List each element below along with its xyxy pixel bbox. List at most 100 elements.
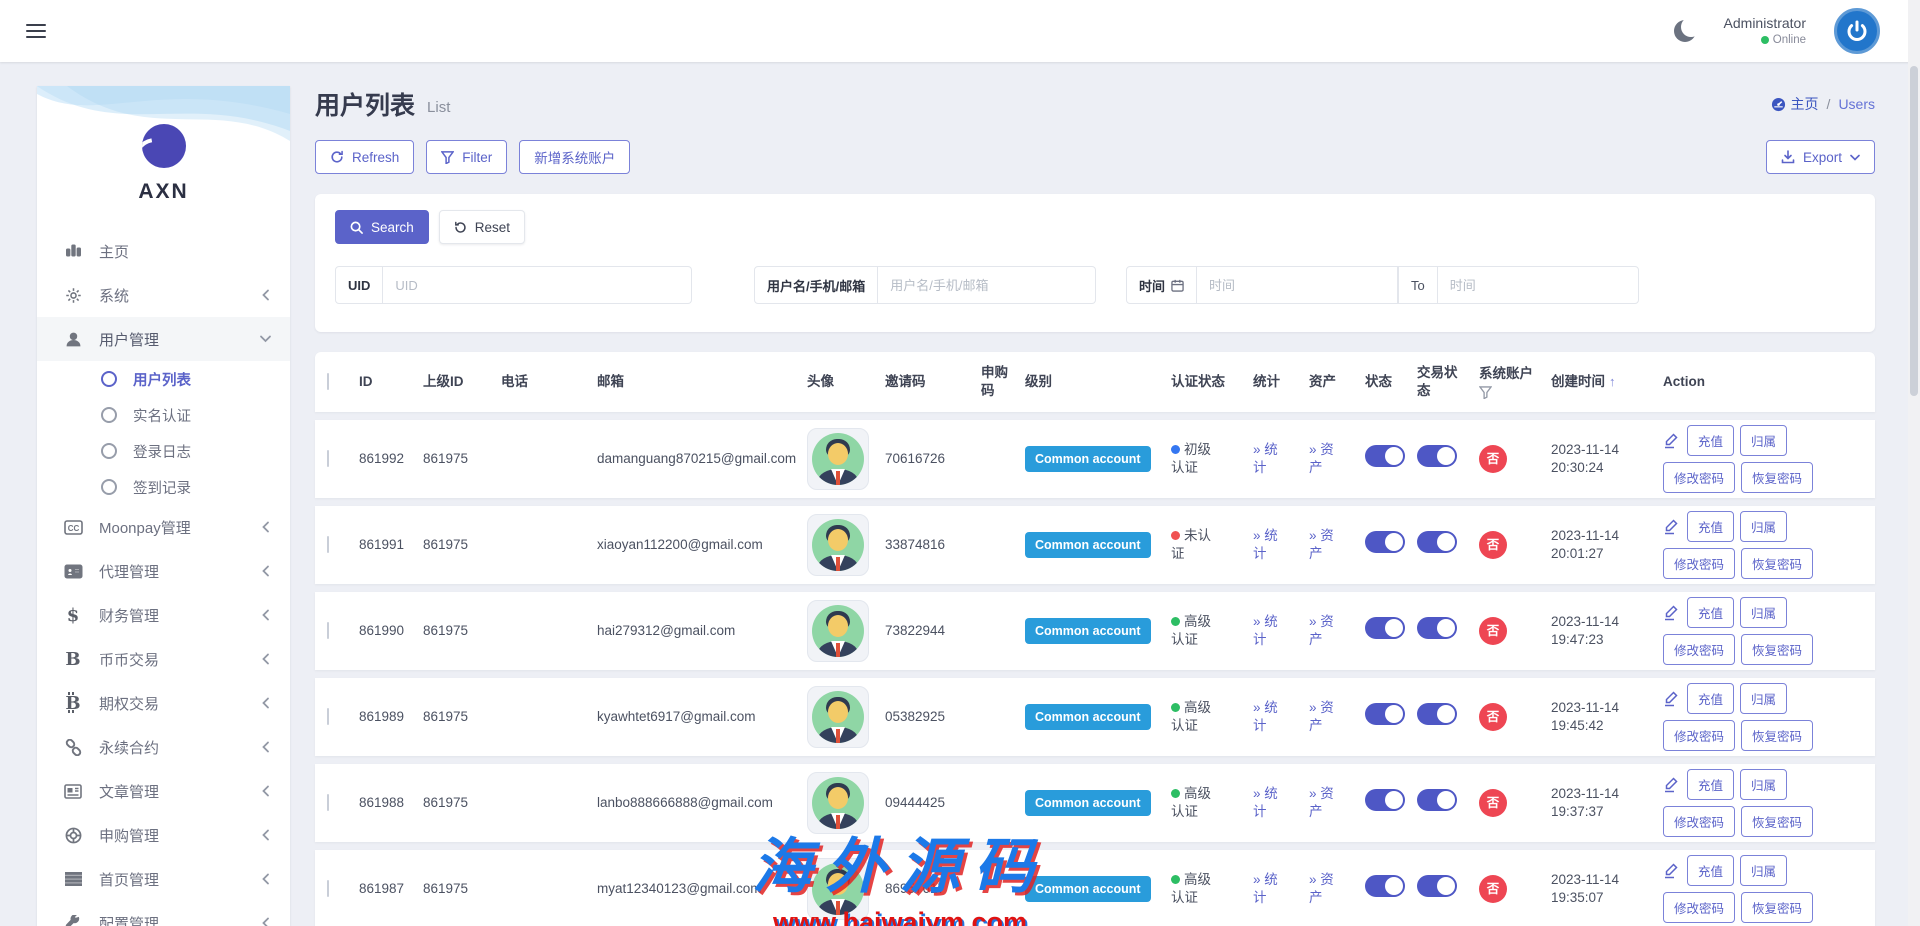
- sidebar-item-spot-trading[interactable]: B 币币交易: [37, 637, 290, 681]
- select-all-checkbox[interactable]: [327, 373, 329, 390]
- sidebar-item-user-management[interactable]: 用户管理: [37, 317, 290, 361]
- filter-button[interactable]: Filter: [426, 140, 507, 174]
- ownership-button[interactable]: 归属: [1740, 425, 1787, 456]
- time-to-input[interactable]: [1437, 266, 1639, 304]
- ownership-button[interactable]: 归属: [1740, 769, 1787, 800]
- sidebar-item-homepage[interactable]: 首页管理: [37, 857, 290, 901]
- sidebar-item-subscription[interactable]: 申购管理: [37, 813, 290, 857]
- vertical-scrollbar[interactable]: [1908, 0, 1920, 926]
- sidebar-item-label: Moonpay管理: [99, 517, 191, 538]
- status-toggle[interactable]: [1365, 445, 1405, 467]
- recharge-button[interactable]: 充值: [1687, 769, 1734, 800]
- change-password-button[interactable]: 修改密码: [1663, 806, 1735, 837]
- recover-password-button[interactable]: 恢复密码: [1741, 462, 1813, 493]
- recover-password-button[interactable]: 恢复密码: [1741, 806, 1813, 837]
- edit-pencil-icon[interactable]: [1663, 432, 1679, 449]
- refresh-button[interactable]: Refresh: [315, 140, 414, 174]
- sidebar-item-options-trading[interactable]: B 期权交易: [37, 681, 290, 725]
- search-button[interactable]: Search: [335, 210, 429, 244]
- sidebar-subitem-user-list[interactable]: 用户列表: [37, 361, 290, 397]
- assets-link[interactable]: » 资产: [1309, 699, 1345, 735]
- export-button[interactable]: Export: [1766, 140, 1875, 174]
- edit-pencil-icon[interactable]: [1663, 518, 1679, 535]
- edit-pencil-icon[interactable]: [1663, 604, 1679, 621]
- sidebar-subitem-login-log[interactable]: 登录日志: [37, 433, 290, 469]
- scrollbar-thumb[interactable]: [1910, 66, 1918, 396]
- sidebar-item-perpetual-contract[interactable]: 永续合约: [37, 725, 290, 769]
- change-password-button[interactable]: 修改密码: [1663, 462, 1735, 493]
- change-password-button[interactable]: 修改密码: [1663, 892, 1735, 923]
- trade-status-toggle[interactable]: [1417, 531, 1457, 553]
- power-avatar-button[interactable]: [1834, 8, 1880, 54]
- recharge-button[interactable]: 充值: [1687, 511, 1734, 542]
- ownership-button[interactable]: 归属: [1740, 511, 1787, 542]
- stats-link[interactable]: » 统计: [1253, 871, 1289, 907]
- row-checkbox[interactable]: [327, 450, 329, 467]
- edit-pencil-icon[interactable]: [1663, 776, 1679, 793]
- column-filter-funnel-icon[interactable]: [1479, 386, 1492, 399]
- row-checkbox[interactable]: [327, 708, 329, 725]
- assets-link[interactable]: » 资产: [1309, 613, 1345, 649]
- sidebar-item-moonpay[interactable]: CC Moonpay管理: [37, 505, 290, 549]
- ownership-button[interactable]: 归属: [1740, 855, 1787, 886]
- add-system-account-button[interactable]: 新增系统账户: [519, 140, 630, 174]
- status-toggle[interactable]: [1365, 531, 1405, 553]
- change-password-button[interactable]: 修改密码: [1663, 548, 1735, 579]
- sidebar-item-agent[interactable]: 代理管理: [37, 549, 290, 593]
- time-from-input[interactable]: [1197, 266, 1398, 304]
- sidebar-subitem-signin-record[interactable]: 签到记录: [37, 469, 290, 505]
- trade-status-toggle[interactable]: [1417, 703, 1457, 725]
- stats-link[interactable]: » 统计: [1253, 441, 1289, 477]
- dark-mode-moon-icon[interactable]: [1674, 20, 1696, 42]
- status-toggle[interactable]: [1365, 703, 1405, 725]
- stats-link[interactable]: » 统计: [1253, 785, 1289, 821]
- reset-button[interactable]: Reset: [439, 210, 525, 244]
- recharge-button[interactable]: 充值: [1687, 683, 1734, 714]
- header-purchase-code: 申购码: [981, 364, 1013, 399]
- assets-link[interactable]: » 资产: [1309, 871, 1345, 907]
- trade-status-toggle[interactable]: [1417, 789, 1457, 811]
- edit-pencil-icon[interactable]: [1663, 862, 1679, 879]
- trade-status-toggle[interactable]: [1417, 617, 1457, 639]
- sidebar-item-label: 申购管理: [99, 825, 159, 846]
- status-toggle[interactable]: [1365, 789, 1405, 811]
- ownership-button[interactable]: 归属: [1740, 597, 1787, 628]
- stats-link[interactable]: » 统计: [1253, 699, 1289, 735]
- recharge-button[interactable]: 充值: [1687, 425, 1734, 456]
- trade-status-toggle[interactable]: [1417, 875, 1457, 897]
- status-toggle[interactable]: [1365, 617, 1405, 639]
- recharge-button[interactable]: 充值: [1687, 597, 1734, 628]
- row-checkbox[interactable]: [327, 794, 329, 811]
- row-checkbox[interactable]: [327, 622, 329, 639]
- uid-input[interactable]: [383, 266, 692, 304]
- recharge-button[interactable]: 充值: [1687, 855, 1734, 886]
- sidebar-subitem-real-name-auth[interactable]: 实名认证: [37, 397, 290, 433]
- sidebar-item-config[interactable]: 配置管理: [37, 901, 290, 926]
- account-input[interactable]: [878, 266, 1096, 304]
- row-checkbox[interactable]: [327, 880, 329, 897]
- status-toggle[interactable]: [1365, 875, 1405, 897]
- edit-pencil-icon[interactable]: [1663, 690, 1679, 707]
- sidebar-item-system[interactable]: 系统: [37, 273, 290, 317]
- stats-link[interactable]: » 统计: [1253, 613, 1289, 649]
- recover-password-button[interactable]: 恢复密码: [1741, 892, 1813, 923]
- header-created[interactable]: 创建时间↑: [1551, 373, 1663, 391]
- sidebar-item-finance[interactable]: $ 财务管理: [37, 593, 290, 637]
- ownership-button[interactable]: 归属: [1740, 683, 1787, 714]
- stats-link[interactable]: » 统计: [1253, 527, 1289, 563]
- change-password-button[interactable]: 修改密码: [1663, 634, 1735, 665]
- sidebar-item-article[interactable]: 文章管理: [37, 769, 290, 813]
- assets-link[interactable]: » 资产: [1309, 527, 1345, 563]
- trade-status-toggle[interactable]: [1417, 445, 1457, 467]
- assets-link[interactable]: » 资产: [1309, 785, 1345, 821]
- change-password-button[interactable]: 修改密码: [1663, 720, 1735, 751]
- sort-asc-icon[interactable]: ↑: [1609, 374, 1616, 389]
- row-checkbox[interactable]: [327, 536, 329, 553]
- recover-password-button[interactable]: 恢复密码: [1741, 720, 1813, 751]
- sidebar-item-home[interactable]: 主页: [37, 229, 290, 273]
- recover-password-button[interactable]: 恢复密码: [1741, 548, 1813, 579]
- hamburger-menu-icon[interactable]: [26, 20, 46, 42]
- assets-link[interactable]: » 资产: [1309, 441, 1345, 477]
- breadcrumb-home-link[interactable]: 主页: [1771, 94, 1819, 114]
- recover-password-button[interactable]: 恢复密码: [1741, 634, 1813, 665]
